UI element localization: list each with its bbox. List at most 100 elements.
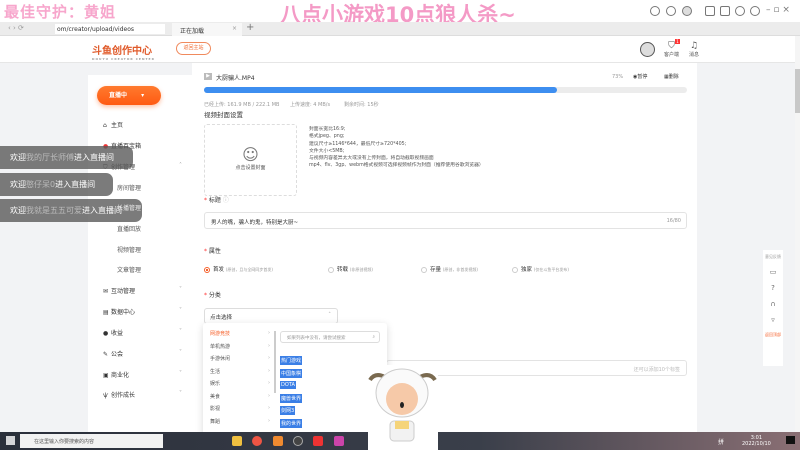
dropdown-scrollbar[interactable]: [274, 331, 276, 393]
new-tab-button[interactable]: +: [246, 22, 254, 33]
address-bar[interactable]: om/creator/upload/videos: [55, 24, 165, 34]
radio-stock[interactable]: 存量 (原创，非首发视频): [421, 265, 478, 273]
sidebar-sub-video[interactable]: 视频管理: [117, 245, 141, 254]
chevron-down-icon: ˅: [179, 286, 182, 293]
back-to-main-button[interactable]: 返回主站: [176, 42, 211, 55]
settings-icon[interactable]: [750, 6, 760, 16]
app-icon[interactable]: [334, 436, 344, 446]
app-icon[interactable]: [273, 436, 283, 446]
search-placeholder: 如果列表中没有，请尝试搜索: [287, 336, 346, 341]
avatar[interactable]: [682, 6, 692, 16]
label: 互动管理: [111, 288, 136, 295]
app-icon[interactable]: [313, 436, 323, 446]
tab-loading[interactable]: 正在加载 ×: [172, 23, 242, 36]
floating-toolbar: 意见反馈 ▭ ? ∩ ▿ 返回顶部: [763, 250, 783, 366]
cover-upload-box[interactable]: ☺ 点击设置封面: [204, 124, 297, 196]
label-text: 标题: [208, 197, 221, 204]
category-option[interactable]: 影视 ›: [210, 405, 270, 412]
live-label: 直播中: [109, 92, 128, 99]
file-name: 大厨骗人.MP4: [216, 75, 255, 82]
subcategory-option[interactable]: DOTA: [280, 381, 296, 389]
live-status-button[interactable]: 直播中 ▾: [97, 86, 161, 105]
pause-button[interactable]: ◉暂停: [633, 73, 647, 80]
chevron-down-icon: ˅: [179, 349, 182, 356]
delete-button[interactable]: ▦删除: [664, 73, 679, 80]
stream-overlay: 最佳守护：黄姐 八点小游戏10点狼人杀~ – ▫ ×: [0, 0, 800, 27]
toast-suffix: 进入直播间: [82, 206, 122, 215]
category-option[interactable]: 手游休闲 ›: [210, 355, 270, 362]
chat-icon[interactable]: [735, 6, 745, 16]
feedback-button[interactable]: 意见反馈: [763, 250, 783, 260]
sheep-sticker: [368, 365, 438, 450]
ime-indicator[interactable]: 拼: [718, 437, 724, 446]
toast-prefix: 欢迎: [10, 206, 26, 215]
obs-icon[interactable]: [293, 436, 303, 446]
option-label: 美食: [210, 394, 221, 400]
chat-icon: ✉: [103, 288, 109, 295]
radio-exclusive[interactable]: 独家 (仅在斗鱼平台发布): [512, 265, 569, 273]
message-icon[interactable]: ▿: [763, 316, 783, 324]
rule: 文件大小<5MB;: [309, 148, 345, 154]
monitor-icon[interactable]: ▭: [763, 268, 783, 276]
chrome-icon[interactable]: [252, 436, 262, 446]
category-option[interactable]: 单机热游 ›: [210, 343, 270, 350]
heart-icon[interactable]: [666, 6, 676, 16]
sidebar-item-guild[interactable]: ✎ 公会 ˅: [103, 349, 188, 358]
category-option[interactable]: 网游竞技 ›: [210, 330, 270, 337]
sidebar-sub-article[interactable]: 文章管理: [117, 265, 141, 274]
user-avatar[interactable]: [640, 42, 655, 57]
sidebar-item-growth[interactable]: ѱ 创作成长 ˅: [103, 390, 188, 399]
label: 商业化: [111, 372, 130, 379]
title-input[interactable]: 男人的嘴，骗人的鬼，特别是大厨~ 16/80: [204, 212, 687, 229]
category-select[interactable]: 点击选择 ˄: [204, 308, 338, 324]
page-scrollbar[interactable]: [795, 36, 800, 432]
chevron-down-icon: ˅: [179, 370, 182, 377]
window-controls[interactable]: – ▫ ×: [766, 5, 790, 15]
subcategory-option[interactable]: 魔兽世界: [280, 394, 303, 403]
pen-icon: ✎: [103, 351, 109, 358]
scrollbar-thumb[interactable]: [795, 69, 800, 113]
logo[interactable]: 斗鱼创作中心 DOUYU CREATOR CENTER: [92, 42, 155, 61]
category-search-input[interactable]: 如果列表中没有，请尝试搜索 ⌕: [280, 331, 380, 343]
attribute-label: * 属性: [204, 248, 221, 255]
help-icon[interactable]: ?: [763, 284, 783, 292]
subcategory-option[interactable]: 剑网3: [280, 406, 296, 415]
sidebar-sub-room[interactable]: 房间管理: [117, 183, 141, 192]
taskbar-search[interactable]: 在这里输入你要搜索的内容: [20, 434, 163, 448]
sidebar-sub-replay[interactable]: 直播回放: [117, 224, 141, 233]
sidebar-sub-longplay[interactable]: 长播管理: [117, 203, 141, 212]
subcategory-option[interactable]: 中国象棋: [280, 369, 303, 378]
radio-hint: (非原创视频): [349, 267, 373, 272]
label-text: 分类: [208, 292, 221, 299]
close-tab-icon[interactable]: ×: [232, 25, 237, 32]
notification-icon[interactable]: [786, 436, 795, 444]
headset-icon[interactable]: ∩: [763, 300, 783, 308]
sidebar-item-income[interactable]: ● 收益 ˅: [103, 328, 188, 337]
shirt-icon[interactable]: [720, 6, 730, 16]
option-label: 手游休闲: [210, 356, 231, 362]
category-option[interactable]: 舞蹈 ›: [210, 418, 270, 425]
file-explorer-icon[interactable]: [232, 436, 242, 446]
category-option[interactable]: 生活 ›: [210, 368, 270, 375]
remaining-time: 剩余时间: 15秒: [344, 102, 379, 108]
chevron-down-icon: ˅: [179, 328, 182, 335]
radio-first-release[interactable]: 首发 (原创，且与全网同步首发): [204, 265, 273, 273]
messages-button[interactable]: ♫ 消息: [689, 41, 699, 58]
subcategory-option[interactable]: 热门游戏: [280, 356, 303, 365]
category-option[interactable]: 娱乐 ›: [210, 380, 270, 387]
task-icon[interactable]: [705, 6, 715, 16]
system-clock[interactable]: 3:01 2022/10/10: [742, 435, 771, 447]
sidebar-item-data[interactable]: ▤ 数据中心 ˅: [103, 307, 188, 316]
coin-icon: ●: [103, 330, 109, 337]
sidebar-item-home[interactable]: ⌂ 主页: [103, 120, 188, 129]
back-to-top-button[interactable]: 返回顶部: [763, 332, 783, 338]
subcategory-option[interactable]: 我的世界: [280, 419, 303, 428]
nav-back-forward-icons[interactable]: ‹ › ⟳: [8, 24, 24, 32]
sidebar-item-commercial[interactable]: ▣ 商业化 ˅: [103, 370, 188, 379]
radio-repost[interactable]: 转载 (非原创视频): [328, 265, 373, 273]
category-option[interactable]: 美食 ›: [210, 393, 270, 400]
windows-start-icon[interactable]: [6, 436, 15, 445]
clock-icon[interactable]: [650, 6, 660, 16]
briefcase-icon: ▣: [103, 372, 109, 379]
sidebar-item-interaction[interactable]: ✉ 互动管理 ˅: [103, 286, 188, 295]
